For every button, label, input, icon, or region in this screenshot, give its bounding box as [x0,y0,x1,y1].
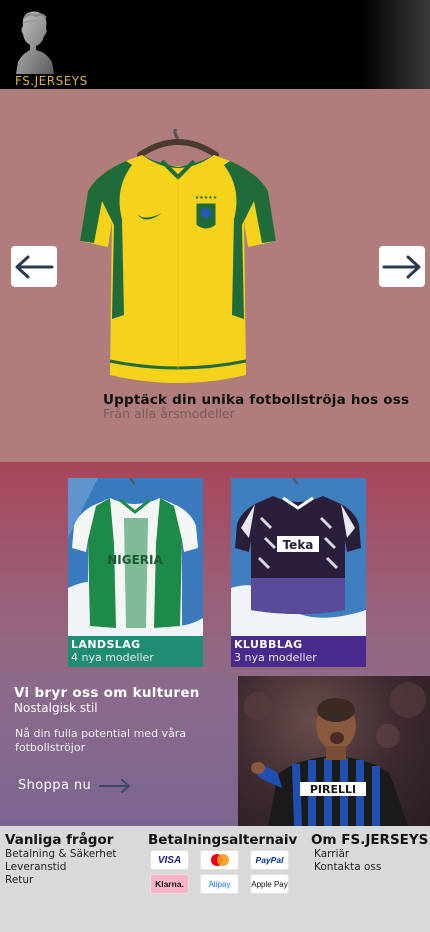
hero-subtitle: Från alla årsmodeller [103,406,235,421]
mastercard-icon [200,850,239,870]
faq-link-returns[interactable]: Retur [5,874,117,887]
brand-name[interactable]: FS.JERSEYS [15,74,88,88]
about-heading: Om FS.JERSEYS [311,832,429,848]
about-link-contact[interactable]: Kontakta oss [314,861,428,874]
carousel-prev-button[interactable] [11,246,57,287]
svg-text:★★★★★: ★★★★★ [195,195,218,201]
alipay-icon: Alipay [200,874,239,894]
category-title: LANDSLAG [71,638,141,651]
faq-link-delivery[interactable]: Leveranstid [5,861,117,874]
shop-now-button[interactable]: Shoppa nu [18,778,131,793]
faq-column: Vanliga frågor Betalning & Säkerhet Leve… [5,832,117,887]
payment-column: Betalningsalternaiv [148,832,297,848]
faq-link-payment[interactable]: Betalning & Säkerhet [5,848,117,861]
hero-carousel: ★★★★★ Upptäck din unika fotbollströja ho… [0,89,430,462]
site-header: FS.JERSEYS [0,0,430,89]
jersey-sponsor-text: NIGERIA [107,553,163,567]
culture-title: Vi bryr oss om kulturen [14,685,200,701]
culture-section: Vi bryr oss om kulturen Nostalgisk stil … [0,676,238,826]
roman-bust-icon[interactable] [12,10,56,76]
category-section: NIGERIA LANDSLAG 4 nya modeller Teka KLU… [0,462,430,676]
player-photo: PIRELLI [238,676,430,826]
about-column: Om FS.JERSEYS Karriär Kontakta oss [311,832,428,874]
mastercard-logo [210,854,229,866]
brazil-jersey-image[interactable]: ★★★★★ [80,129,276,391]
jersey-sponsor-text: Teka [283,538,314,552]
about-link-careers[interactable]: Karriär [314,848,428,861]
payment-heading: Betalningsalternaiv [148,832,298,848]
arrow-left-icon [15,255,54,278]
arrow-right-icon [382,255,421,278]
real-madrid-jersey-image: Teka [231,478,366,636]
faq-heading: Vanliga frågor [5,832,114,848]
nigeria-jersey-image: NIGERIA [68,478,203,636]
carousel-next-button[interactable] [379,246,425,287]
category-card-klubblag[interactable]: Teka KLUBBLAG 3 nya modeller [231,478,366,667]
klarna-icon: Klarna. [150,874,189,894]
jersey-sponsor-text: PIRELLI [310,783,356,796]
visa-icon: VISA [150,850,189,870]
category-label: LANDSLAG 4 nya modeller [68,636,203,667]
category-count: 4 nya modeller [71,651,154,664]
site-footer: Vanliga frågor Betalning & Säkerhet Leve… [0,826,430,932]
category-card-landslag[interactable]: NIGERIA LANDSLAG 4 nya modeller [68,478,203,667]
culture-subtitle: Nostalgisk stil [14,701,98,715]
category-title: KLUBBLAG [234,638,303,651]
category-label: KLUBBLAG 3 nya modeller [231,636,366,667]
culture-description: Nå din fulla potential med våra fotbolls… [15,727,187,754]
apple-pay-icon: Apple Pay [250,874,289,894]
category-count: 3 nya modeller [234,651,317,664]
paypal-icon: PayPal [250,850,289,870]
shop-now-label: Shoppa nu [18,778,92,793]
arrow-right-icon [99,778,131,793]
